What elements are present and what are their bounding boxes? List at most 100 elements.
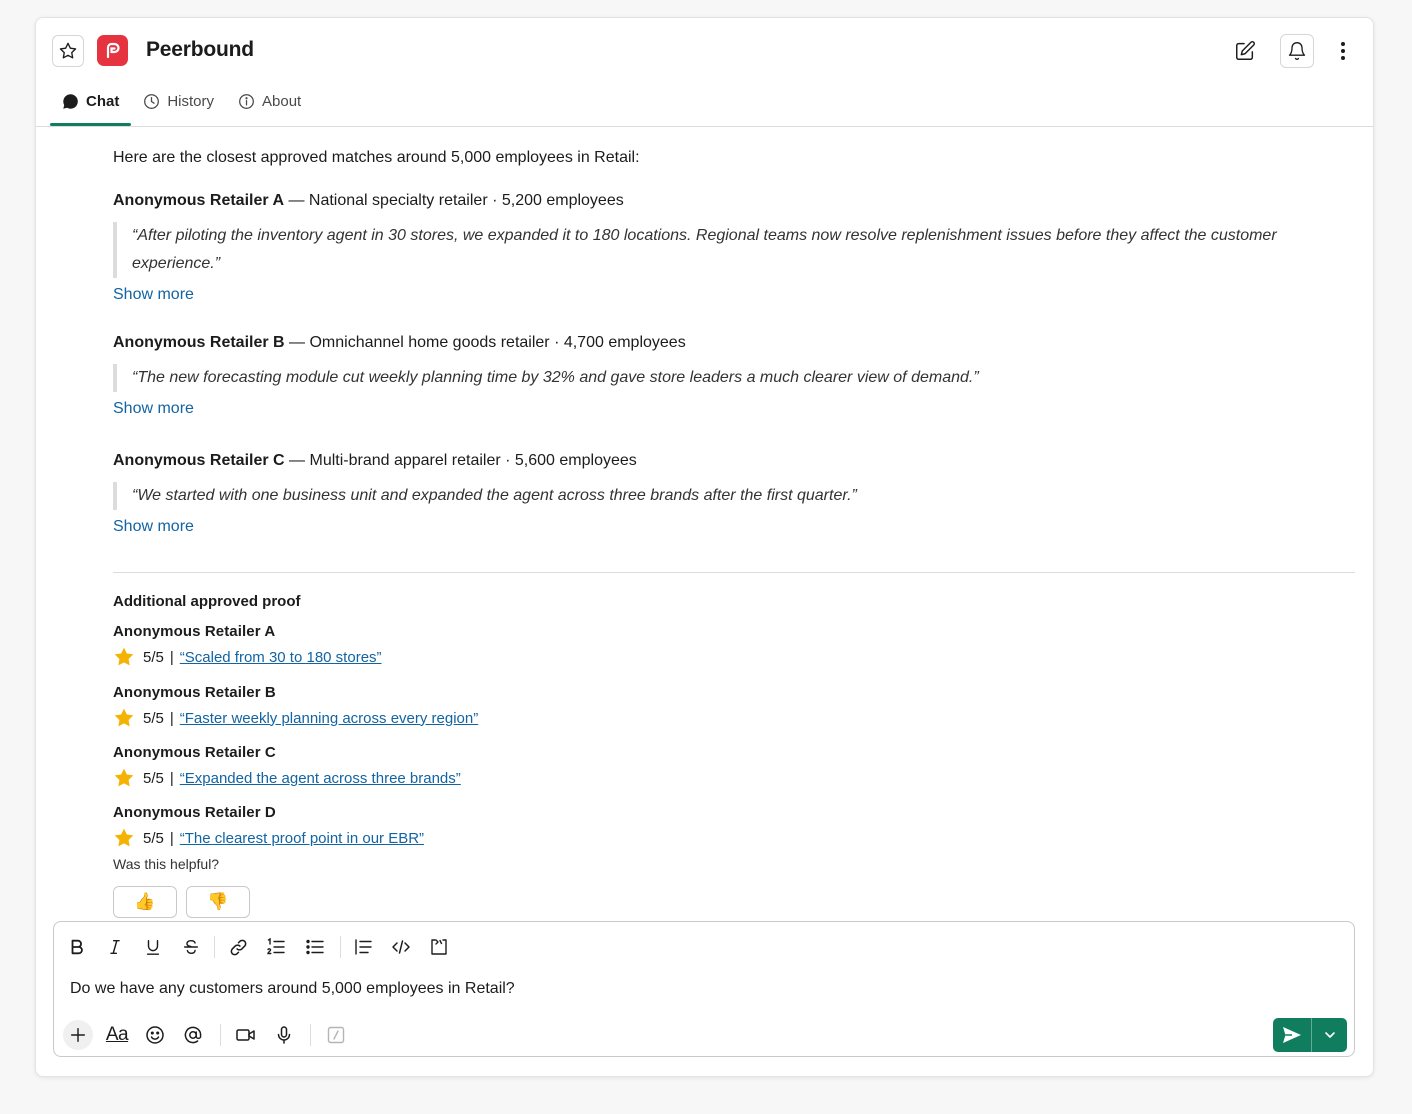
- tab-label: History: [167, 92, 215, 110]
- match-details: — Omnichannel home goods retailer · 4,70…: [284, 334, 686, 351]
- microphone-icon: [277, 1026, 291, 1044]
- more-options-button[interactable]: [1326, 34, 1360, 68]
- star-outline-icon: [59, 42, 77, 59]
- bell-icon: [1288, 42, 1306, 60]
- tab-chat[interactable]: Chat: [50, 82, 132, 126]
- tab-bar: Chat History About: [50, 82, 313, 126]
- proof-name: Anonymous Retailer C: [113, 744, 276, 761]
- ordered-list-icon: [267, 937, 285, 955]
- microphone-button[interactable]: [269, 1020, 299, 1050]
- video-icon: [236, 1029, 255, 1041]
- message-composer[interactable]: Do we have any customers around 5,000 em…: [53, 921, 1355, 1057]
- proof-rating-line: 5/5 | “Faster weekly planning across eve…: [113, 707, 478, 729]
- proof-item: Anonymous Retailer D 5/5 | “The clearest…: [113, 804, 424, 849]
- match-quote: “We started with one business unit and e…: [113, 482, 1283, 510]
- match-title: Anonymous Retailer B — Omnichannel home …: [113, 334, 1283, 352]
- code-block-button[interactable]: [424, 934, 454, 960]
- bulleted-list-icon: [306, 939, 324, 955]
- proof-item: Anonymous Retailer C 5/5 | “Expanded the…: [113, 744, 461, 789]
- bulleted-list-button[interactable]: [300, 934, 330, 960]
- proof-name: Anonymous Retailer D: [113, 804, 276, 821]
- rating-value: 5/5: [143, 769, 164, 787]
- helpful-prompt: Was this helpful?: [113, 856, 220, 872]
- code-button[interactable]: [386, 934, 416, 960]
- code-block-icon: [431, 939, 447, 955]
- compose-button[interactable]: [1228, 34, 1262, 68]
- thumbs-up-icon: 👍: [134, 892, 156, 911]
- slash-command-button[interactable]: [321, 1020, 351, 1050]
- match-title: Anonymous Retailer C — Multi-brand appar…: [113, 452, 1283, 470]
- tab-about[interactable]: About: [226, 82, 313, 120]
- emoji-button[interactable]: [140, 1020, 170, 1050]
- slash-command-icon: [327, 1026, 345, 1044]
- toolbar-separator: [220, 1024, 221, 1046]
- ordered-list-button[interactable]: [261, 934, 291, 960]
- proof-name: Anonymous Retailer B: [113, 684, 276, 701]
- link-icon: [230, 939, 246, 955]
- composer-input[interactable]: Do we have any customers around 5,000 em…: [70, 980, 515, 998]
- underline-button[interactable]: [138, 934, 168, 960]
- italic-icon: [110, 939, 120, 955]
- match-name: Anonymous Retailer C: [113, 452, 285, 469]
- tab-history[interactable]: History: [131, 82, 226, 120]
- proof-rating-line: 5/5 | “Expanded the agent across three b…: [113, 767, 461, 789]
- match-name: Anonymous Retailer A: [113, 192, 284, 209]
- chat-bubble-icon: [63, 93, 78, 109]
- star-filled-icon: [114, 828, 134, 847]
- show-more-link[interactable]: Show more: [113, 286, 194, 304]
- tab-label: About: [262, 92, 302, 110]
- match-item: Anonymous Retailer B — Omnichannel home …: [113, 334, 1283, 418]
- star-filled-icon: [114, 647, 134, 666]
- proof-rating-line: 5/5 | “The clearest proof point in our E…: [113, 827, 424, 849]
- app-logo: [97, 35, 128, 66]
- italic-button[interactable]: [100, 934, 130, 960]
- emoji-icon: [146, 1026, 164, 1044]
- thumbs-down-icon: 👎: [207, 892, 229, 911]
- send-icon: [1283, 1027, 1301, 1043]
- strikethrough-button[interactable]: [176, 934, 206, 960]
- blockquote-button[interactable]: [348, 934, 378, 960]
- show-more-link[interactable]: Show more: [113, 400, 194, 418]
- proof-link[interactable]: “Expanded the agent across three brands”: [180, 770, 461, 787]
- plus-icon: [70, 1027, 86, 1043]
- rating-separator: |: [169, 769, 174, 787]
- blockquote-icon: [355, 939, 372, 955]
- app-window: Peerbound Chat History About Here are th…: [35, 17, 1374, 1077]
- proof-item: Anonymous Retailer B 5/5 | “Faster weekl…: [113, 684, 478, 729]
- proof-link[interactable]: “Scaled from 30 to 180 stores”: [180, 649, 382, 666]
- text-format-button[interactable]: Aa: [102, 1020, 132, 1050]
- match-details: — Multi-brand apparel retailer · 5,600 e…: [284, 452, 637, 469]
- text-format-icon: Aa: [105, 1024, 129, 1045]
- send-button[interactable]: [1273, 1018, 1347, 1052]
- thumbs-up-button[interactable]: 👍: [113, 886, 177, 918]
- rating-value: 5/5: [143, 709, 164, 727]
- notifications-button[interactable]: [1280, 34, 1314, 68]
- attach-button[interactable]: [63, 1020, 93, 1050]
- star-button[interactable]: [52, 35, 84, 67]
- proof-heading: Additional approved proof: [113, 593, 301, 610]
- proof-link[interactable]: “The clearest proof point in our EBR”: [180, 830, 424, 847]
- show-more-link[interactable]: Show more: [113, 518, 194, 536]
- proof-name: Anonymous Retailer A: [113, 623, 276, 640]
- mention-button[interactable]: [178, 1020, 208, 1050]
- bold-icon: [71, 939, 83, 955]
- strikethrough-icon: [183, 939, 199, 955]
- vertical-dots-icon: [1341, 42, 1345, 60]
- section-divider: [113, 572, 1355, 573]
- code-icon: [392, 940, 410, 954]
- send-main[interactable]: [1273, 1018, 1312, 1052]
- video-button[interactable]: [231, 1020, 261, 1050]
- proof-rating-line: 5/5 | “Scaled from 30 to 180 stores”: [113, 646, 382, 668]
- star-filled-icon: [114, 768, 134, 787]
- header: Peerbound Chat History About: [36, 18, 1373, 127]
- underline-icon: [146, 939, 160, 955]
- proof-link[interactable]: “Faster weekly planning across every reg…: [180, 710, 478, 727]
- thumbs-down-button[interactable]: 👎: [186, 886, 250, 918]
- send-options-button[interactable]: [1312, 1018, 1347, 1052]
- link-button[interactable]: [223, 934, 253, 960]
- toolbar-separator: [214, 936, 215, 958]
- bold-button[interactable]: [62, 934, 92, 960]
- rating-value: 5/5: [143, 648, 164, 666]
- chevron-down-icon: [1324, 1032, 1335, 1038]
- rating-separator: |: [169, 648, 174, 666]
